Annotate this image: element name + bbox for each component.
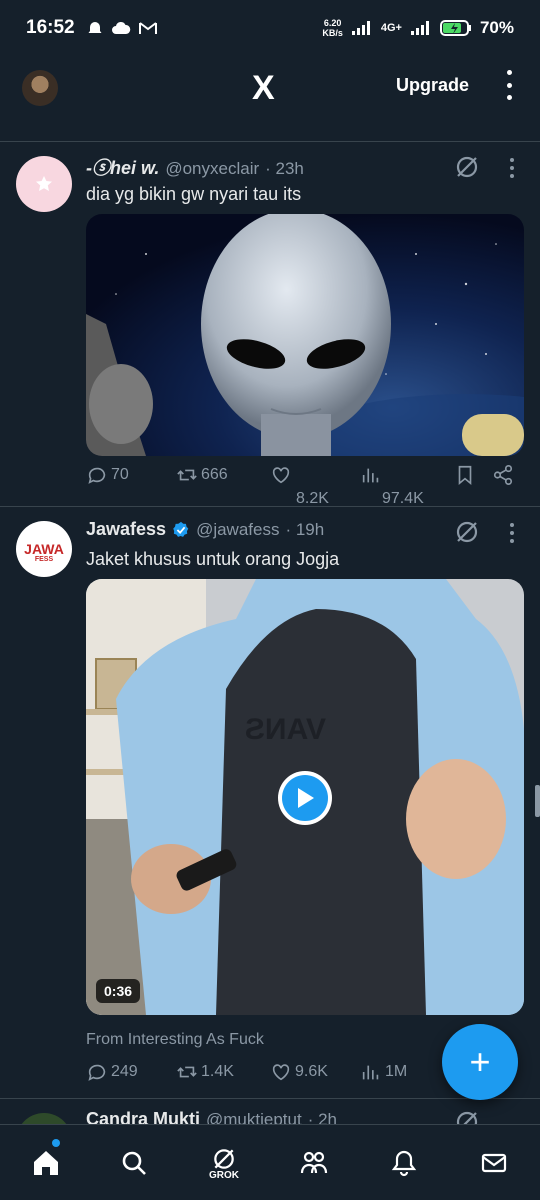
tweet-time: · 2h	[307, 1110, 337, 1124]
tweet-avatar[interactable]: JAWA FESS	[16, 521, 72, 577]
video-source[interactable]: From Interesting As Fuck	[86, 1031, 264, 1049]
retweet-icon	[177, 1066, 197, 1078]
retweet-count: 666	[201, 466, 228, 483]
share-icon	[493, 465, 513, 485]
nav-home[interactable]	[26, 1143, 66, 1183]
upgrade-button[interactable]: Upgrade	[396, 75, 469, 96]
nav-communities[interactable]	[294, 1143, 334, 1183]
signal-icon-2	[410, 21, 429, 35]
tweet-image[interactable]	[86, 214, 524, 456]
grok-icon[interactable]	[454, 519, 480, 545]
alien-image	[86, 214, 524, 456]
tweet-time: · 19h	[285, 520, 325, 539]
reply-button[interactable]: 249	[86, 1061, 138, 1083]
views-button[interactable]	[360, 464, 382, 486]
retweet-button[interactable]: 1.4K	[176, 1061, 234, 1083]
retweet-icon	[177, 469, 197, 481]
network-speed: 6.20 KB/s	[322, 18, 343, 38]
like-button[interactable]	[270, 464, 292, 486]
tweet-time: · 23h	[265, 159, 304, 178]
tweet-more-icon[interactable]	[508, 158, 516, 178]
nav-search[interactable]	[114, 1143, 154, 1183]
more-options-icon[interactable]	[502, 70, 516, 100]
app-header: X Upgrade	[0, 56, 540, 120]
plus-icon: +	[469, 1041, 491, 1082]
reply-count: 249	[111, 1063, 138, 1080]
tweet-avatar[interactable]	[16, 156, 72, 212]
reply-icon	[88, 1064, 106, 1081]
compose-button[interactable]: +	[442, 1024, 518, 1100]
profile-avatar[interactable]	[22, 70, 58, 106]
search-icon	[122, 1151, 146, 1175]
share-button[interactable]	[492, 464, 514, 486]
video-duration: 0:36	[96, 979, 141, 1003]
home-icon	[34, 1151, 58, 1175]
heart-icon	[272, 467, 290, 484]
communities-icon	[300, 1151, 328, 1174]
grok-icon[interactable]	[454, 1109, 480, 1124]
status-bar: 16:52 6.20 KB/s 4G+ 70%	[0, 0, 540, 56]
avatar-subtext: FESS	[34, 555, 54, 563]
tweet-more-icon[interactable]	[508, 523, 516, 543]
verified-badge-icon	[173, 521, 189, 537]
network-type: 4G+	[380, 22, 402, 34]
tweet-text: Jaket khusus untuk orang Jogja	[86, 549, 340, 569]
signal-icon	[351, 21, 370, 35]
play-button[interactable]	[278, 771, 332, 825]
tweet-author-handle[interactable]: @onyxeclair	[165, 159, 259, 179]
avatar-text: JAWA	[24, 540, 64, 557]
bell-icon	[391, 1150, 417, 1177]
views-count: 1M	[385, 1063, 408, 1080]
gmail-icon	[138, 22, 157, 34]
star-icon	[36, 176, 52, 191]
nav-notifications[interactable]	[384, 1143, 424, 1183]
battery-percent: 70%	[479, 18, 514, 37]
tweet-avatar[interactable]	[16, 1113, 72, 1124]
reply-icon	[88, 467, 106, 484]
grok-label: GROK	[209, 1169, 239, 1181]
heart-icon	[272, 1064, 290, 1081]
scrollbar[interactable]	[535, 785, 540, 817]
mail-icon	[481, 1153, 507, 1173]
tweet-author-name[interactable]: Jawafess	[86, 519, 166, 540]
tweet-actions: 70 666 8.2K 97.4K	[86, 464, 524, 507]
cloud-icon	[111, 21, 130, 34]
grok-icon	[214, 1148, 234, 1169]
reply-count: 70	[111, 466, 129, 483]
retweet-button[interactable]: 666	[176, 464, 228, 486]
grok-icon[interactable]	[454, 154, 480, 180]
reply-button[interactable]: 70	[86, 464, 129, 486]
bottom-navigation: GROK	[0, 1124, 540, 1200]
nav-grok[interactable]: GROK	[204, 1143, 244, 1183]
bookmark-icon	[458, 465, 472, 486]
home-notification-dot	[52, 1139, 60, 1147]
nav-messages[interactable]	[474, 1143, 514, 1183]
tweet-author-name[interactable]: Candra Mukti	[86, 1109, 200, 1124]
tweet-item[interactable]: Candra Mukti @muktieptut · 2h	[0, 1099, 540, 1124]
tweet-author-handle[interactable]: @jawafess	[196, 520, 279, 540]
play-icon	[298, 788, 314, 808]
like-count: 9.6K	[295, 1063, 328, 1080]
status-time: 16:52	[26, 17, 75, 38]
tweet-item[interactable]: -ⓢhei w. @onyxeclair · 23h dia yg bikin …	[0, 142, 540, 507]
tweet-item[interactable]: JAWA FESS Jawafess @jawafess · 19h Jaket…	[0, 507, 540, 1097]
retweet-count: 1.4K	[201, 1063, 234, 1080]
alarm-icon	[88, 22, 102, 33]
battery-icon	[439, 20, 471, 36]
views-icon	[362, 468, 379, 483]
views-button[interactable]: 1M	[360, 1061, 407, 1083]
svg-text:VANS: VANS	[245, 713, 326, 746]
tweet-author-handle[interactable]: @muktieptut	[206, 1110, 302, 1124]
views-icon	[362, 1065, 379, 1080]
like-button[interactable]: 9.6K	[270, 1061, 328, 1083]
tweet-video[interactable]: VANS 0:36	[86, 579, 524, 1015]
bookmark-button[interactable]	[454, 464, 476, 486]
tweet-text: dia yg bikin gw nyari tau its	[86, 184, 302, 204]
tweet-author-name[interactable]: -ⓢhei w.	[86, 154, 159, 180]
x-logo[interactable]: X	[252, 70, 275, 106]
